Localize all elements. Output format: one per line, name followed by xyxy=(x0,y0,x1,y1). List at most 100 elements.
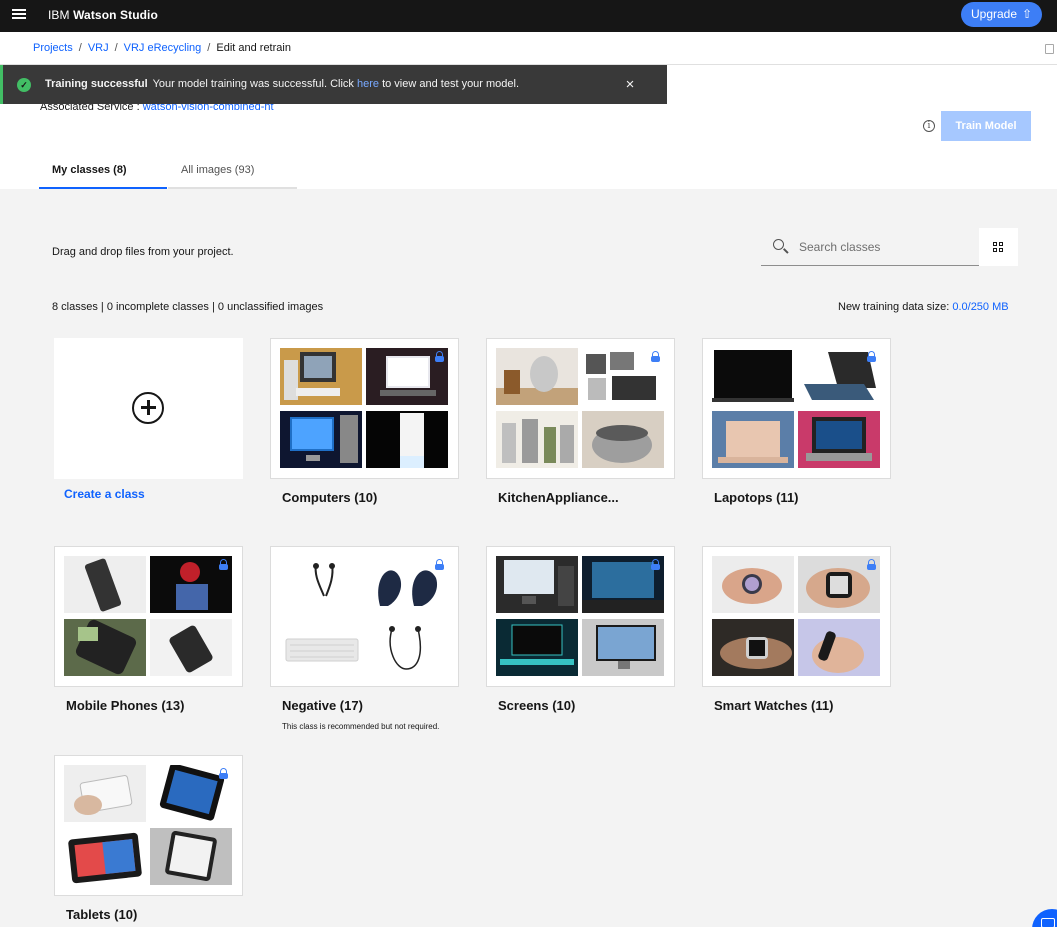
class-label-computers[interactable]: Computers (10) xyxy=(282,490,377,505)
thumbnail-image xyxy=(280,619,362,676)
class-card-smart-watches[interactable] xyxy=(702,546,891,687)
hamburger-menu-icon[interactable] xyxy=(12,9,26,23)
thumbnail-image xyxy=(798,556,880,613)
breadcrumb: Projects / VRJ / VRJ eRecycling / Edit and ret… xyxy=(33,42,291,54)
info-icon[interactable]: i xyxy=(923,120,935,132)
thumbnail-image xyxy=(582,348,664,405)
grid-view-icon xyxy=(999,242,1003,246)
thumbnail-image xyxy=(150,619,232,676)
lock-icon xyxy=(435,559,444,570)
breadcrumb-current: Edit and retrain xyxy=(216,42,291,54)
thumbnail-image xyxy=(712,619,794,676)
top-bar: IBM Watson Studio Upgrade ⇧ xyxy=(0,0,1057,32)
class-label-screens[interactable]: Screens (10) xyxy=(498,698,575,713)
breadcrumb-bar: Projects / VRJ / VRJ eRecycling / Edit and ret… xyxy=(0,32,1057,65)
breadcrumb-separator: / xyxy=(78,42,82,54)
class-label-negative[interactable]: Negative (17) xyxy=(282,698,363,713)
breadcrumb-separator: / xyxy=(114,42,118,54)
grid-view-button[interactable] xyxy=(979,228,1018,266)
lock-icon xyxy=(651,351,660,362)
breadcrumb-vrj-erecycling[interactable]: VRJ eRecycling xyxy=(124,42,202,54)
thumbnail-image xyxy=(64,556,146,613)
thumbnail-image xyxy=(366,619,448,676)
class-label-mobile-phones[interactable]: Mobile Phones (13) xyxy=(66,698,184,713)
training-data-size: New training data size: 0.0/250 MB xyxy=(838,301,1009,313)
thumbnail-image xyxy=(280,411,362,468)
save-icon[interactable] xyxy=(1045,44,1054,54)
thumbnail-image xyxy=(496,619,578,676)
class-note-negative: This class is recommended but not requir… xyxy=(282,722,440,731)
add-circle-icon xyxy=(132,392,164,424)
thumbnail-image xyxy=(712,556,794,613)
thumbnail-image xyxy=(150,556,232,613)
class-card-kitchen-appliances[interactable] xyxy=(486,338,675,479)
toast-text-before: Your model training was successful. Clic… xyxy=(152,78,354,90)
class-label-tablets[interactable]: Tablets (10) xyxy=(66,907,137,922)
toast-message: Training successful Your model training … xyxy=(45,78,519,90)
class-label-lapotops[interactable]: Lapotops (11) xyxy=(714,490,799,505)
toast-here-link[interactable]: here xyxy=(357,78,379,90)
toast-title: Training successful xyxy=(45,78,148,90)
drag-drop-hint: Drag and drop files from your project. xyxy=(52,246,234,258)
thumbnail-image xyxy=(496,411,578,468)
thumbnail-image xyxy=(280,556,362,613)
brand-name: Watson Studio xyxy=(73,8,158,22)
thumbnail-image xyxy=(582,619,664,676)
thumbnail-image xyxy=(798,411,880,468)
create-class-link[interactable]: Create a class xyxy=(64,487,145,501)
thumbnail-image xyxy=(798,619,880,676)
grid-view-icon xyxy=(999,248,1003,252)
class-card-negative[interactable] xyxy=(270,546,459,687)
class-label-smart-watches[interactable]: Smart Watches (11) xyxy=(714,698,833,713)
search-icon xyxy=(773,239,784,250)
lock-icon xyxy=(219,768,228,779)
lock-icon xyxy=(867,559,876,570)
thumbnail-image xyxy=(64,828,146,885)
thumbnail-image xyxy=(64,619,146,676)
thumbnail-image xyxy=(496,348,578,405)
thumbnail-image xyxy=(366,348,448,405)
breadcrumb-projects[interactable]: Projects xyxy=(33,42,73,54)
search-box xyxy=(761,228,979,266)
lock-icon xyxy=(867,351,876,362)
lock-icon xyxy=(651,559,660,570)
grid-view-icon xyxy=(993,242,997,246)
tab-all-images[interactable]: All images (93) xyxy=(168,157,297,189)
class-card-computers[interactable] xyxy=(270,338,459,479)
thumbnail-image xyxy=(280,348,362,405)
tab-my-classes[interactable]: My classes (8) xyxy=(39,157,167,189)
grid-view-icon xyxy=(993,248,997,252)
class-card-screens[interactable] xyxy=(486,546,675,687)
training-data-size-label: New training data size: xyxy=(838,301,950,313)
thumbnail-image xyxy=(712,411,794,468)
search-input[interactable] xyxy=(799,237,969,257)
thumbnail-image xyxy=(798,348,880,405)
upgrade-button[interactable]: Upgrade ⇧ xyxy=(961,2,1042,27)
brand-prefix: IBM xyxy=(48,8,70,22)
chat-icon[interactable] xyxy=(1032,909,1057,927)
thumbnail-image xyxy=(582,411,664,468)
create-class-card[interactable] xyxy=(54,338,243,479)
train-model-button[interactable]: Train Model xyxy=(941,111,1031,141)
toast-text-after: to view and test your model. xyxy=(382,78,520,90)
lock-icon xyxy=(219,559,228,570)
app-brand[interactable]: IBM Watson Studio xyxy=(48,8,158,22)
upgrade-label: Upgrade xyxy=(971,7,1018,21)
upgrade-icon: ⇧ xyxy=(1021,7,1032,21)
breadcrumb-separator: / xyxy=(207,42,211,54)
lock-icon xyxy=(435,351,444,362)
thumbnail-image xyxy=(366,411,448,468)
checkmark-icon: ✓ xyxy=(17,78,31,92)
thumbnail-image xyxy=(496,556,578,613)
thumbnail-image xyxy=(150,765,232,822)
class-card-tablets[interactable] xyxy=(54,755,243,896)
close-icon[interactable]: × xyxy=(623,76,637,93)
thumbnail-image xyxy=(64,765,146,822)
class-card-mobile-phones[interactable] xyxy=(54,546,243,687)
breadcrumb-vrj[interactable]: VRJ xyxy=(88,42,109,54)
class-card-lapotops[interactable] xyxy=(702,338,891,479)
training-data-size-value[interactable]: 0.0/250 MB xyxy=(952,301,1008,313)
thumbnail-image xyxy=(150,828,232,885)
thumbnail-image xyxy=(582,556,664,613)
class-label-kitchen-appliances[interactable]: KitchenAppliance... xyxy=(498,490,619,505)
